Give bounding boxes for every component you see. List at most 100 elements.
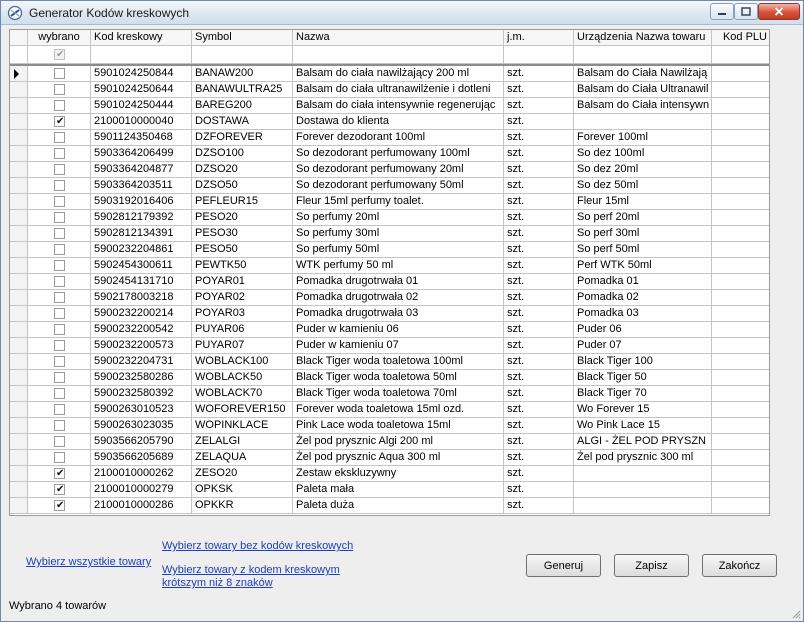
cell-kod-plu[interactable] <box>712 498 769 514</box>
cell-kod-kreskowy[interactable]: 5902812134391 <box>91 226 192 242</box>
cell-nazwa[interactable]: So perfumy 30ml <box>293 226 504 242</box>
cell-urzadzenia-nazwa[interactable]: Black Tiger 100 <box>574 354 712 370</box>
cell-urzadzenia-nazwa[interactable]: So dez 50ml <box>574 178 712 194</box>
cell-kod-plu[interactable] <box>712 114 769 130</box>
cell-kod-plu[interactable] <box>712 98 769 114</box>
cell-jm[interactable]: szt. <box>504 274 574 290</box>
cell-urzadzenia-nazwa[interactable]: Fleur 15ml <box>574 194 712 210</box>
cell-wybrano[interactable] <box>28 306 91 322</box>
cell-urzadzenia-nazwa[interactable]: Wo Pink Lace 15 <box>574 418 712 434</box>
header-jm[interactable]: j.m. <box>504 30 574 46</box>
row-select-checkbox[interactable] <box>54 372 65 383</box>
cell-nazwa[interactable]: Pink Lace woda toaletowa 15ml <box>293 418 504 434</box>
cell-kod-plu[interactable] <box>712 162 769 178</box>
cell-urzadzenia-nazwa[interactable]: So dez 100ml <box>574 146 712 162</box>
cell-nazwa[interactable]: Balsam do ciała intensywnie regenerując <box>293 98 504 114</box>
cell-symbol[interactable]: PESO30 <box>192 226 293 242</box>
cell-kod-plu[interactable] <box>712 434 769 450</box>
row-selector[interactable] <box>10 306 28 322</box>
cell-symbol[interactable]: DZSO50 <box>192 178 293 194</box>
cell-kod-plu[interactable] <box>712 226 769 242</box>
cell-kod-plu[interactable] <box>712 82 769 98</box>
cell-kod-kreskowy[interactable]: 5901124350468 <box>91 130 192 146</box>
cell-kod-kreskowy[interactable]: 5903566205689 <box>91 450 192 466</box>
table-row[interactable]: 2100010000262ZESO20Zestaw ekskluzywnyszt… <box>10 466 769 482</box>
cell-symbol[interactable]: WOPINKLACE <box>192 418 293 434</box>
cell-nazwa[interactable]: So dezodorant perfumowany 100ml <box>293 146 504 162</box>
cell-wybrano[interactable] <box>28 210 91 226</box>
cell-urzadzenia-nazwa[interactable]: So perf 30ml <box>574 226 712 242</box>
cell-urzadzenia-nazwa[interactable]: Perf WTK 50ml <box>574 258 712 274</box>
cell-symbol[interactable]: DZSO100 <box>192 146 293 162</box>
resize-grip-icon[interactable] <box>791 609 801 619</box>
row-selector[interactable] <box>10 194 28 210</box>
filter-plu[interactable] <box>712 46 769 64</box>
cell-kod-kreskowy[interactable]: 5900263010523 <box>91 402 192 418</box>
filter-nazwa[interactable] <box>293 46 504 64</box>
cell-nazwa[interactable]: Żel pod prysznic Algi 200 ml <box>293 434 504 450</box>
row-selector[interactable] <box>10 402 28 418</box>
cell-kod-plu[interactable] <box>712 306 769 322</box>
cell-kod-plu[interactable] <box>712 370 769 386</box>
row-select-checkbox[interactable] <box>54 356 65 367</box>
cell-kod-plu[interactable] <box>712 178 769 194</box>
cell-kod-plu[interactable] <box>712 354 769 370</box>
row-select-checkbox[interactable] <box>54 404 65 415</box>
filter-urzadzenia[interactable] <box>574 46 712 64</box>
row-select-checkbox[interactable] <box>54 68 65 79</box>
cell-symbol[interactable]: PEWTK50 <box>192 258 293 274</box>
cell-jm[interactable]: szt. <box>504 114 574 130</box>
cell-urzadzenia-nazwa[interactable]: ALGI - ŻEL POD PRYSZN <box>574 434 712 450</box>
cell-kod-kreskowy[interactable]: 5900232204731 <box>91 354 192 370</box>
table-row[interactable]: 5900232204731 WOBLACK100 Black Tiger woda … <box>10 354 769 370</box>
cell-jm[interactable]: szt. <box>504 66 574 82</box>
cell-urzadzenia-nazwa[interactable]: Balsam do Ciała Ultranawil <box>574 82 712 98</box>
table-row[interactable]: 2100010000279OPKSKPaleta małaszt. <box>10 482 769 498</box>
table-row[interactable]: 5901024250844 BANAW200 Balsam do ciała naw… <box>10 66 769 82</box>
cell-symbol[interactable]: PESO50 <box>192 242 293 258</box>
cell-wybrano[interactable] <box>28 338 91 354</box>
table-row[interactable]: 2100010000286OPKKRPaleta dużaszt. <box>10 498 769 514</box>
cell-jm[interactable]: szt. <box>504 306 574 322</box>
cell-jm[interactable]: szt. <box>504 178 574 194</box>
select-all-link[interactable]: Wybierz wszystkie towary <box>26 556 151 569</box>
row-select-checkbox[interactable] <box>54 452 65 463</box>
cell-urzadzenia-nazwa[interactable]: Balsam do Ciała intensywn <box>574 98 712 114</box>
row-select-checkbox[interactable] <box>54 436 65 447</box>
cell-wybrano[interactable] <box>28 386 91 402</box>
cell-symbol[interactable]: DOSTAWA <box>192 114 293 130</box>
row-selector[interactable] <box>10 370 28 386</box>
cell-symbol[interactable]: WOBLACK50 <box>192 370 293 386</box>
row-select-checkbox[interactable] <box>54 276 65 287</box>
cell-symbol[interactable]: POYAR03 <box>192 306 293 322</box>
cell-jm[interactable]: szt. <box>504 82 574 98</box>
row-selector[interactable] <box>10 498 28 514</box>
cell-nazwa[interactable]: Black Tiger woda toaletowa 100ml <box>293 354 504 370</box>
header-wybrano[interactable]: wybrano <box>28 30 91 46</box>
cell-kod-kreskowy[interactable]: 5902812179392 <box>91 210 192 226</box>
cell-wybrano[interactable] <box>28 162 91 178</box>
cell-wybrano[interactable] <box>28 82 91 98</box>
cell-symbol[interactable]: ZESO20 <box>192 466 293 482</box>
cell-nazwa[interactable]: Balsam do ciała nawilżający 200 ml <box>293 66 504 82</box>
table-row[interactable]: 5900232580286 WOBLACK50 Black Tiger woda t… <box>10 370 769 386</box>
cell-jm[interactable]: szt. <box>504 290 574 306</box>
table-row[interactable]: 5901024250444 BAREG200 Balsam do ciała int… <box>10 98 769 114</box>
cell-wybrano[interactable] <box>28 194 91 210</box>
row-select-checkbox[interactable] <box>54 100 65 111</box>
row-selector[interactable] <box>10 466 28 482</box>
row-selector[interactable] <box>10 242 28 258</box>
cell-nazwa[interactable]: Puder w kamieniu 06 <box>293 322 504 338</box>
header-kod-kreskowy[interactable]: Kod kreskowy <box>91 30 192 46</box>
table-row[interactable]: 5902178003218 POYAR02 Pomadka drugotrwała … <box>10 290 769 306</box>
cell-wybrano[interactable] <box>28 450 91 466</box>
cell-nazwa[interactable]: Pomadka drugotrwała 02 <box>293 290 504 306</box>
row-select-checkbox[interactable] <box>54 228 65 239</box>
cell-kod-kreskowy[interactable]: 5903192016406 <box>91 194 192 210</box>
cell-nazwa[interactable]: WTK perfumy 50 ml <box>293 258 504 274</box>
filter-kod[interactable] <box>91 46 192 64</box>
cell-urzadzenia-nazwa[interactable] <box>574 466 712 482</box>
row-select-checkbox[interactable] <box>54 482 65 497</box>
row-select-checkbox[interactable] <box>54 84 65 95</box>
table-row[interactable]: 5900232200542 PUYAR06 Puder w kamieniu 06 s… <box>10 322 769 338</box>
